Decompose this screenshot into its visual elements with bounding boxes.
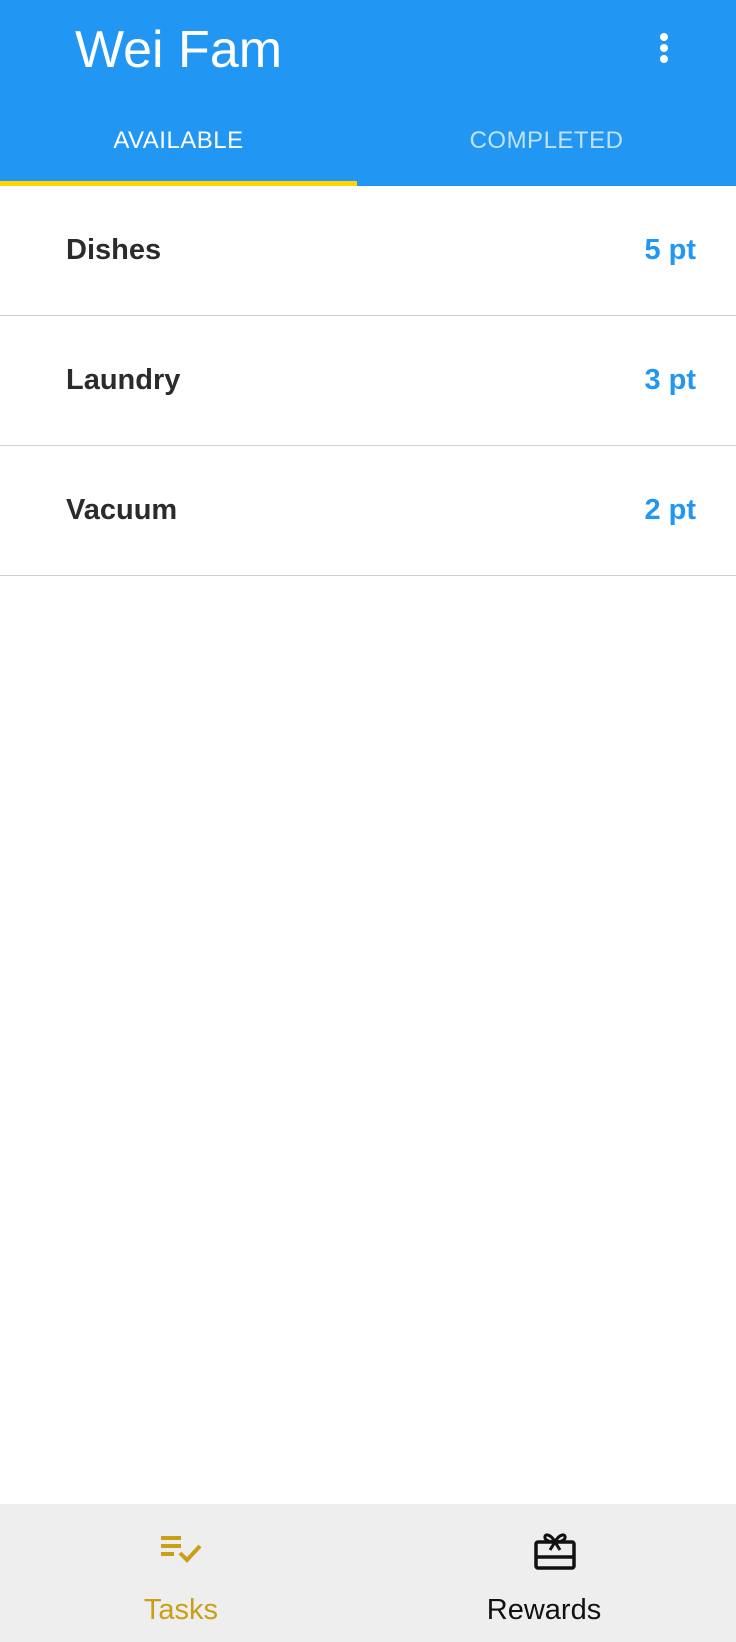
task-row-dishes[interactable]: Dishes 5 pt [0,186,736,316]
tab-available-label: AVAILABLE [113,126,244,154]
app-bar: Wei Fam [0,0,736,99]
tab-available[interactable]: AVAILABLE [0,99,357,186]
task-points: 3 pt [644,363,696,396]
bottom-nav-rewards[interactable]: Rewards [368,1504,736,1642]
page-title: Wei Fam [75,21,283,79]
task-points: 5 pt [644,233,696,266]
more-vertical-icon [660,33,668,63]
bottom-nav-tasks-label: Tasks [143,1594,219,1626]
app-root: Wei Fam AVAILABLE COMPLETED Dishes 5 pt … [0,0,736,1642]
task-row-laundry[interactable]: Laundry 3 pt [0,316,736,446]
tab-bar: AVAILABLE COMPLETED [0,99,736,186]
bottom-nav-rewards-label: Rewards [486,1594,602,1626]
task-name: Dishes [66,233,162,266]
task-list: Dishes 5 pt Laundry 3 pt Vacuum 2 pt [0,186,736,576]
playlist-check-icon [158,1526,206,1574]
gift-card-icon [531,1526,579,1574]
tab-completed[interactable]: COMPLETED [357,99,736,186]
task-name: Vacuum [66,493,178,526]
task-row-vacuum[interactable]: Vacuum 2 pt [0,446,736,576]
bottom-navigation: Tasks Rewards [0,1504,736,1642]
task-points: 2 pt [644,493,696,526]
bottom-nav-tasks[interactable]: Tasks [0,1504,368,1642]
overflow-menu-button[interactable] [636,20,692,76]
tab-completed-label: COMPLETED [469,126,624,154]
task-name: Laundry [66,363,181,396]
